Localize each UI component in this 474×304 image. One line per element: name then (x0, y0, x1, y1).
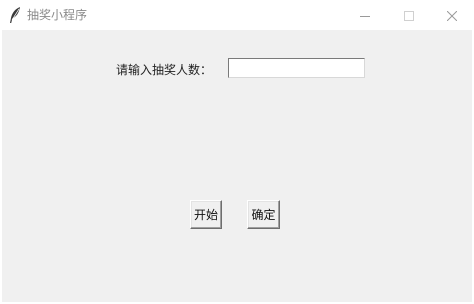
minimize-button[interactable] (343, 0, 387, 30)
app-window: 抽奖小程序 请输入抽奖人数： 开始 确定 (0, 0, 474, 304)
confirm-button[interactable]: 确定 (247, 200, 280, 229)
close-button[interactable] (430, 0, 474, 30)
start-button[interactable]: 开始 (190, 200, 222, 229)
close-icon (446, 6, 458, 25)
maximize-button[interactable] (387, 0, 431, 30)
minimize-icon (360, 6, 370, 25)
maximize-icon (404, 6, 414, 25)
window-title: 抽奖小程序 (27, 8, 88, 22)
count-input[interactable] (228, 58, 365, 78)
count-label: 请输入抽奖人数： (116, 63, 213, 77)
title-bar[interactable]: 抽奖小程序 (0, 0, 474, 30)
feather-icon (8, 6, 22, 24)
